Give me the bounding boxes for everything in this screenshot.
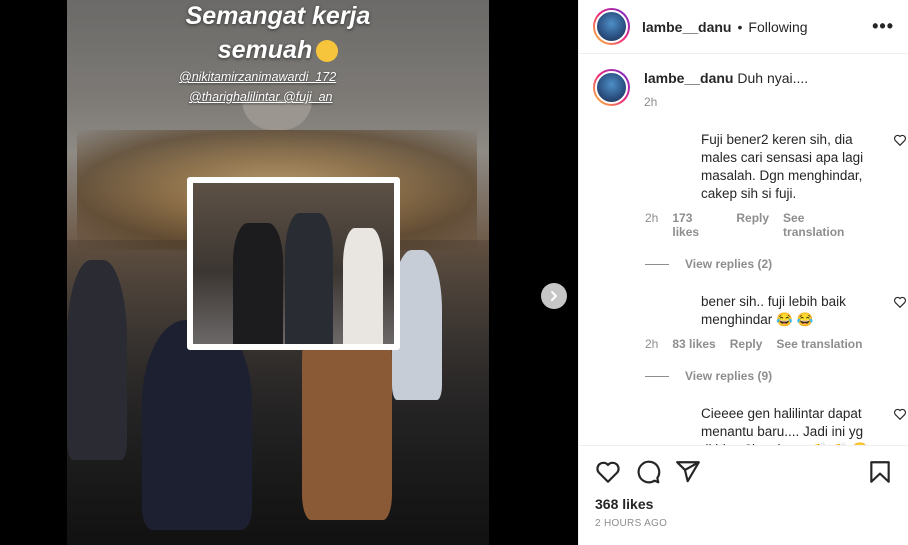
video-tag-1: @nikitamirzanimawardi_172: [179, 70, 337, 84]
person-figure: [67, 260, 127, 460]
comment-time: 2h: [645, 211, 659, 225]
zoom-inset-frame: [187, 177, 400, 350]
heart-icon[interactable]: [893, 295, 907, 309]
comment-text: Cieeee gen halilintar dapat menantu baru…: [701, 406, 868, 445]
heart-icon[interactable]: [893, 133, 907, 147]
video-caption-line2: semuah: [67, 36, 489, 65]
comment-likes[interactable]: 83 likes: [672, 337, 715, 351]
heart-icon[interactable]: [893, 407, 907, 421]
next-media-button[interactable]: [541, 283, 567, 309]
comments-list[interactable]: lambe__danu Duh nyai.... 2h Fuji bener2 …: [579, 55, 908, 445]
media-area: Semangat kerja semuah @nikitamirzanimawa…: [0, 0, 578, 545]
post-video[interactable]: Semangat kerja semuah @nikitamirzanimawa…: [67, 0, 489, 545]
header-separator: •: [737, 18, 743, 35]
comment-likes[interactable]: 173 likes: [672, 211, 722, 239]
more-options-button[interactable]: •••: [872, 16, 894, 37]
comment-text: bener sih.. fuji lebih baik menghindar 😂…: [701, 294, 846, 327]
bookmark-icon[interactable]: [867, 459, 893, 485]
comment-meta: 2h 83 likes Reply See translation: [645, 337, 869, 351]
comment-text: Fuji bener2 keren sih, dia males cari se…: [701, 132, 864, 201]
post-side-panel: lambe__danu • Following ••• lambe__danu …: [578, 0, 908, 545]
hug-emoji-icon: [316, 40, 339, 63]
caption-username[interactable]: lambe__danu: [644, 70, 733, 86]
action-icons: [595, 458, 893, 486]
view-replies-label: View replies (2): [685, 257, 773, 271]
reply-button[interactable]: Reply: [730, 337, 763, 351]
post-actions: 368 likes 2 HOURS AGO: [579, 445, 908, 529]
post-caption: lambe__danu Duh nyai.... 2h: [593, 55, 895, 109]
post-timestamp: 2 HOURS AGO: [595, 518, 668, 529]
author-username[interactable]: lambe__danu: [642, 19, 731, 35]
author-avatar[interactable]: [593, 8, 630, 45]
caption-avatar[interactable]: [593, 69, 630, 106]
view-replies-button[interactable]: View replies (9): [645, 369, 869, 383]
replies-divider: [645, 263, 669, 265]
chevron-right-icon: [551, 291, 557, 301]
caption-time: 2h: [644, 95, 658, 109]
background-lamp: [242, 100, 312, 130]
person-figure: [343, 228, 383, 344]
comment-item: bener sih.. fuji lebih baik menghindar 😂…: [645, 293, 906, 383]
comment-icon[interactable]: [635, 459, 661, 485]
view-replies-label: View replies (9): [685, 369, 773, 383]
comment-item: Fuji bener2 keren sih, dia males cari se…: [645, 131, 906, 271]
view-replies-button[interactable]: View replies (2): [645, 257, 869, 271]
comment-meta: 2h 173 likes Reply See translation: [645, 211, 869, 239]
caption-text: lambe__danu Duh nyai....: [644, 69, 808, 87]
video-tag-2: @tharighalilintar @fuji_an: [189, 90, 333, 104]
share-icon[interactable]: [675, 459, 701, 485]
person-figure: [285, 213, 333, 344]
post-header: lambe__danu • Following •••: [579, 0, 908, 54]
post-viewer: Semangat kerja semuah @nikitamirzanimawa…: [0, 0, 908, 545]
video-caption-line1: Semangat kerja: [185, 2, 371, 30]
comment-time: 2h: [645, 337, 659, 351]
person-figure: [142, 320, 252, 530]
likes-count[interactable]: 368 likes: [595, 496, 893, 512]
following-button[interactable]: Following: [748, 19, 807, 35]
see-translation-button[interactable]: See translation: [776, 337, 862, 351]
replies-divider: [645, 375, 669, 377]
person-figure: [233, 223, 283, 344]
see-translation-button[interactable]: See translation: [783, 211, 869, 239]
caption-body: Duh nyai....: [737, 70, 809, 86]
heart-icon[interactable]: [595, 459, 621, 485]
comment-item: Cieeee gen halilintar dapat menantu baru…: [645, 405, 906, 445]
reply-button[interactable]: Reply: [736, 211, 769, 239]
